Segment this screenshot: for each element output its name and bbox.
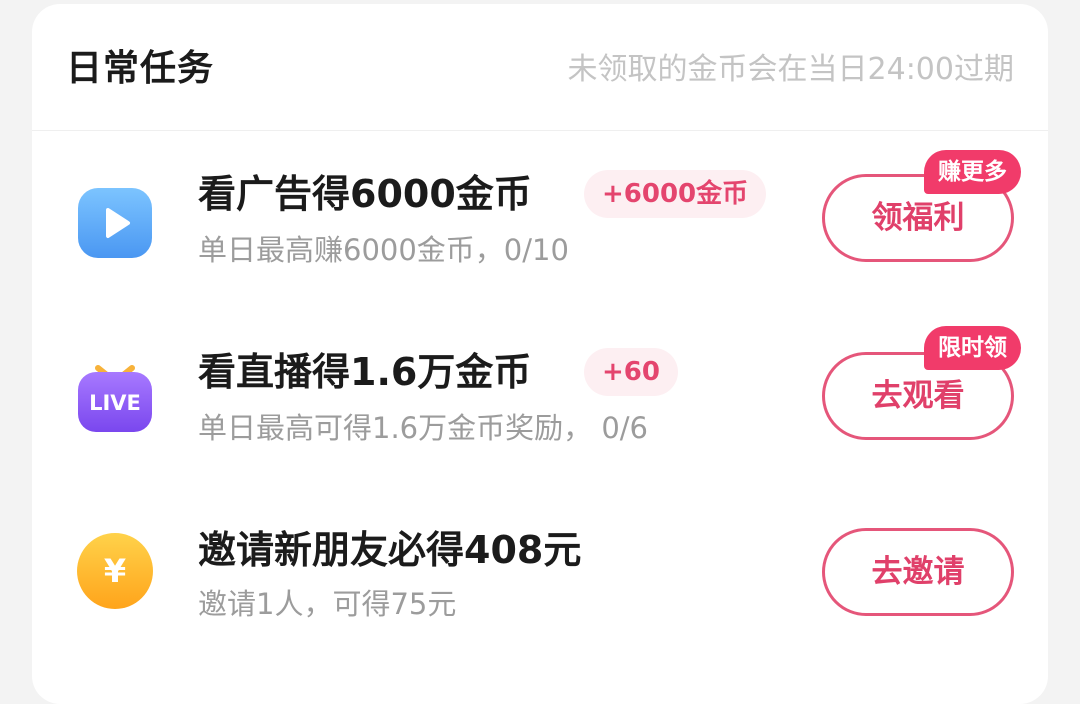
task-item-watch-live: LIVE 看直播得1.6万金币 +60 单日最高可得1.6万金币奖励， 0/6 …	[32, 306, 1048, 482]
svg-text:LIVE: LIVE	[89, 391, 141, 415]
video-play-icon	[78, 188, 152, 258]
task-subtitle: 单日最高可得1.6万金币奖励， 0/6	[198, 411, 649, 445]
task-subtitle: 单日最高赚6000金币，0/10	[198, 233, 569, 267]
limited-time-tag: 限时领	[924, 326, 1021, 370]
expire-note: 未领取的金币会在当日24:00过期	[567, 52, 1014, 87]
section-title: 日常任务	[66, 48, 215, 89]
reward-pill: +60	[584, 348, 678, 396]
svg-text:¥: ¥	[104, 552, 126, 590]
daily-tasks-card: 日常任务 未领取的金币会在当日24:00过期 看广告得6000金币 +6000金…	[32, 4, 1048, 704]
earn-more-tag: 赚更多	[924, 150, 1021, 194]
yuan-coin-icon: ¥	[77, 533, 153, 609]
live-tv-icon: LIVE	[78, 365, 152, 432]
task-item-watch-ad: 看广告得6000金币 +6000金币 单日最高赚6000金币，0/10 领福利 …	[32, 130, 1048, 306]
card-header: 日常任务 未领取的金币会在当日24:00过期	[32, 4, 1048, 131]
task-title: 看直播得1.6万金币	[198, 350, 532, 394]
task-subtitle: 邀请1人，可得75元	[198, 587, 457, 621]
reward-pill: +6000金币	[584, 170, 767, 218]
invite-button[interactable]: 去邀请	[822, 528, 1014, 616]
task-item-invite: ¥ 邀请新朋友必得408元 邀请1人，可得75元 去邀请	[32, 482, 1048, 658]
task-title: 邀请新朋友必得408元	[198, 528, 582, 572]
task-title: 看广告得6000金币	[198, 172, 532, 216]
